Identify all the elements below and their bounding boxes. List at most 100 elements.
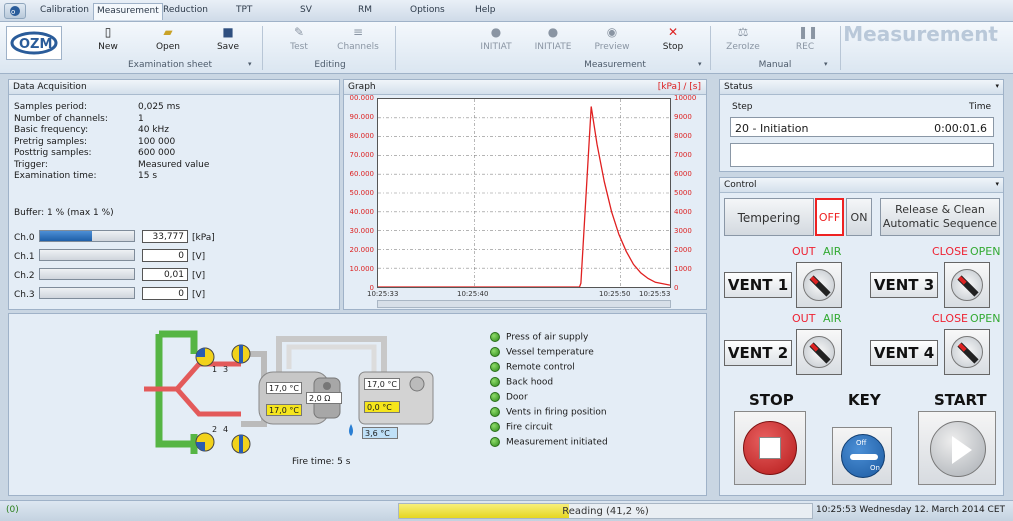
vent1-button[interactable]: VENT 1 <box>724 272 792 298</box>
vent2-switch[interactable] <box>796 329 842 375</box>
daq-key: Number of channels: <box>14 113 108 124</box>
channel-unit: [V] <box>192 271 206 281</box>
collapse-icon[interactable]: ▾ <box>995 180 999 188</box>
vessel-schematic <box>144 330 434 454</box>
reading-label: Reading (41,2 %) <box>562 506 649 517</box>
zeroize-button[interactable]: ⚖ ZeroIze <box>725 25 761 52</box>
stop-label: STOP <box>749 391 794 409</box>
knob-dial <box>951 336 983 368</box>
daq-key: Posttrig samples: <box>14 148 92 158</box>
y-tick-label: 30.000 <box>349 227 375 235</box>
valve-2-icon <box>195 432 215 452</box>
tab-reduction[interactable]: Reduction <box>163 5 208 15</box>
test-button[interactable]: ✎ Test <box>286 25 312 52</box>
vent4-button[interactable]: VENT 4 <box>870 340 938 366</box>
tab-rm[interactable]: RM <box>358 5 372 15</box>
reading-progress: Reading (41,2 %) <box>398 503 813 519</box>
tab-tpt[interactable]: TPT <box>236 5 252 15</box>
tab-calibration[interactable]: Calibration <box>40 5 89 15</box>
daq-keys: Samples period: Number of channels: Basi… <box>14 102 134 183</box>
pressure-plot[interactable] <box>377 98 671 288</box>
circle-icon: ● <box>490 25 502 39</box>
tab-sv[interactable]: SV <box>300 5 312 15</box>
tab-measurement[interactable]: Measurement <box>93 3 163 20</box>
status-datetime: 10:25:53 Wednesday 12. March 2014 CET <box>816 505 1005 515</box>
svg-text:OZM: OZM <box>19 37 52 52</box>
graph-scrollbar[interactable] <box>377 300 671 308</box>
ribbon-separator <box>710 26 711 70</box>
status-led-icon <box>490 362 500 372</box>
start-button[interactable] <box>918 411 996 485</box>
group-manual: Manual <box>758 60 792 70</box>
key-on-label: On <box>870 464 880 472</box>
tab-help[interactable]: Help <box>475 5 496 15</box>
release-clean-button[interactable]: Release & Clean Automatic Sequence <box>880 198 1000 236</box>
status-bar: (0) Reading (41,2 %) 10:25:53 Wednesday … <box>0 500 1013 521</box>
save-label: Save <box>216 42 240 52</box>
key-off-label: Off <box>856 439 867 447</box>
start-label: START <box>934 391 987 409</box>
preview-button[interactable]: ◉ Preview <box>593 25 631 52</box>
y-tick-label: 80.000 <box>349 132 375 140</box>
channels-button[interactable]: ≡ Channels <box>337 25 379 52</box>
channel-value: 0,01 <box>142 268 188 281</box>
status-led-icon <box>490 377 500 387</box>
stop-button[interactable]: ✕ Stop <box>660 25 686 52</box>
port-label: 4 <box>223 425 229 434</box>
eye-icon: ◉ <box>606 25 618 39</box>
knob-pointer <box>809 342 831 364</box>
x-tick-label: 10:25:33 <box>367 290 399 298</box>
daq-values: 0,025 ms 1 40 kHz 100 000 600 000 Measur… <box>138 102 258 183</box>
indicator-fire-circuit: Fire circuit <box>490 422 553 433</box>
y-tick-label: 8000 <box>674 132 692 140</box>
y-tick-label: 1000 <box>674 265 692 273</box>
indicator-measurement-initiated: Measurement initiated <box>490 437 608 448</box>
key-switch[interactable]: Off On <box>832 427 892 485</box>
measurement-expand-icon[interactable]: ▾ <box>698 60 702 68</box>
tab-options[interactable]: Options <box>410 5 445 15</box>
open-button[interactable]: ▰ Open <box>153 25 183 52</box>
x-tick-label: 10:25:40 <box>457 290 489 298</box>
y-tick-label: 10.000 <box>349 265 375 273</box>
control-panel: Control ▾ Tempering OFF ON Release & Clea… <box>719 177 1004 496</box>
vent4-open-label: OPEN <box>970 312 1001 325</box>
vent3-button[interactable]: VENT 3 <box>870 272 938 298</box>
vent3-switch[interactable] <box>944 262 990 308</box>
new-button[interactable]: ▯ New <box>94 25 122 52</box>
initiat-button[interactable]: ● INITIAT <box>478 25 514 52</box>
group-measurement: Measurement <box>584 60 646 70</box>
vent1-switch[interactable] <box>796 262 842 308</box>
daq-value: 600 000 <box>138 148 176 158</box>
status-led-icon <box>490 437 500 447</box>
step-column-label: Step <box>732 102 753 112</box>
stop-emergency-button[interactable] <box>734 411 806 485</box>
collapse-icon[interactable]: ▾ <box>995 82 999 90</box>
pressure-series-line <box>378 106 671 288</box>
stop-label: Stop <box>662 42 684 52</box>
exam-expand-icon[interactable]: ▾ <box>248 60 252 68</box>
graph-title: Graph <box>348 82 376 92</box>
tempering-on-toggle[interactable]: ON <box>846 198 872 236</box>
manual-expand-icon[interactable]: ▾ <box>824 60 828 68</box>
daq-value: 0,025 ms <box>138 102 181 112</box>
channel-label: Ch.2 <box>14 271 35 281</box>
daq-key: Pretrig samples: <box>14 136 88 147</box>
app-menu-button[interactable]: o <box>4 3 26 19</box>
status-led-icon <box>490 407 500 417</box>
tempering-button[interactable]: Tempering <box>724 198 814 236</box>
status-message-field <box>730 143 994 167</box>
temperature-readout: 0,0 °C <box>364 401 400 413</box>
vent3-close-label: CLOSE <box>932 245 969 258</box>
vent4-switch[interactable] <box>944 329 990 375</box>
status-led-icon <box>490 332 500 342</box>
resistance-readout: 2,0 Ω <box>306 392 342 404</box>
group-examination-sheet: Examination sheet <box>127 60 213 70</box>
y-tick-label: 90.000 <box>349 113 375 121</box>
knob-pointer <box>809 275 831 297</box>
save-button[interactable]: ■ Save <box>214 25 242 52</box>
rec-button[interactable]: ❚❚ REC <box>793 25 818 52</box>
initiate-button[interactable]: ● INITIATE <box>532 25 574 52</box>
vent2-button[interactable]: VENT 2 <box>724 340 792 366</box>
tempering-off-toggle[interactable]: OFF <box>815 198 844 236</box>
indicator-label: Measurement initiated <box>506 437 608 448</box>
